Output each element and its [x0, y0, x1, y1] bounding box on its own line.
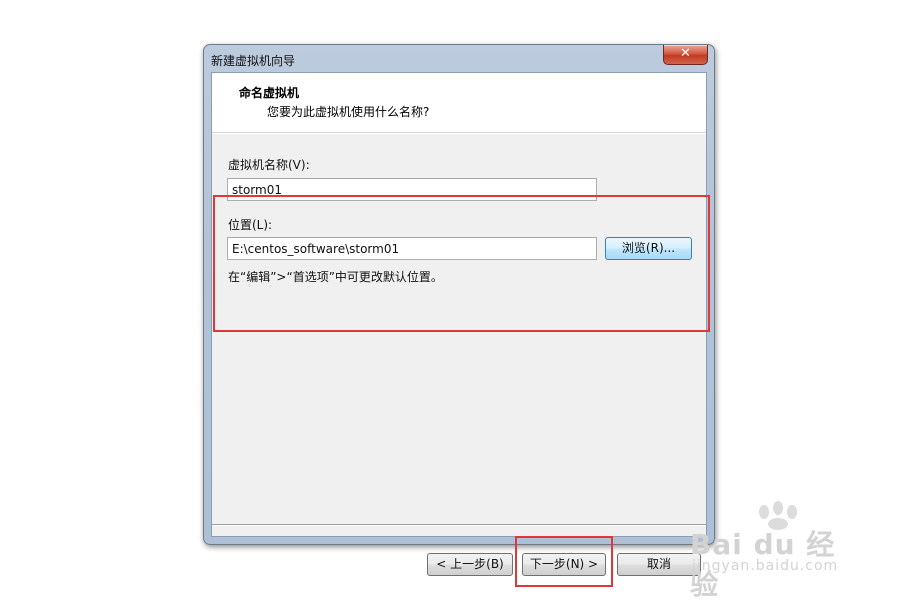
vm-name-label: 虚拟机名称(V):	[228, 158, 310, 172]
close-icon: ✕	[680, 46, 691, 61]
form-highlight-box	[213, 195, 710, 332]
back-button[interactable]: < 上一步(B)	[427, 553, 513, 576]
next-button-highlight-box	[515, 536, 613, 587]
header-divider	[212, 133, 706, 134]
window-title: 新建虚拟机向导	[211, 54, 296, 68]
dialog-content: 命名虚拟机 您要为此虚拟机使用什么名称? 虚拟机名称(V): 位置(L): 浏览…	[211, 72, 710, 587]
watermark-url: jingyan.baidu.com	[692, 558, 839, 574]
page-title: 命名虚拟机	[239, 86, 300, 100]
close-button[interactable]: ✕	[663, 45, 708, 65]
wizard-header: 命名虚拟机 您要为此虚拟机使用什么名称?	[212, 73, 706, 133]
title-bar[interactable]: 新建虚拟机向导 ✕	[204, 45, 714, 72]
footer-divider	[212, 524, 706, 526]
baidu-jingyan-watermark: Bai du 经验 jingyan.baidu.com	[688, 498, 858, 601]
new-vm-wizard-dialog: 新建虚拟机向导 ✕ 命名虚拟机 您要为此虚拟机使用什么名称? 虚拟机名称(V):…	[203, 44, 715, 587]
page-subtitle: 您要为此虚拟机使用什么名称?	[267, 105, 430, 119]
